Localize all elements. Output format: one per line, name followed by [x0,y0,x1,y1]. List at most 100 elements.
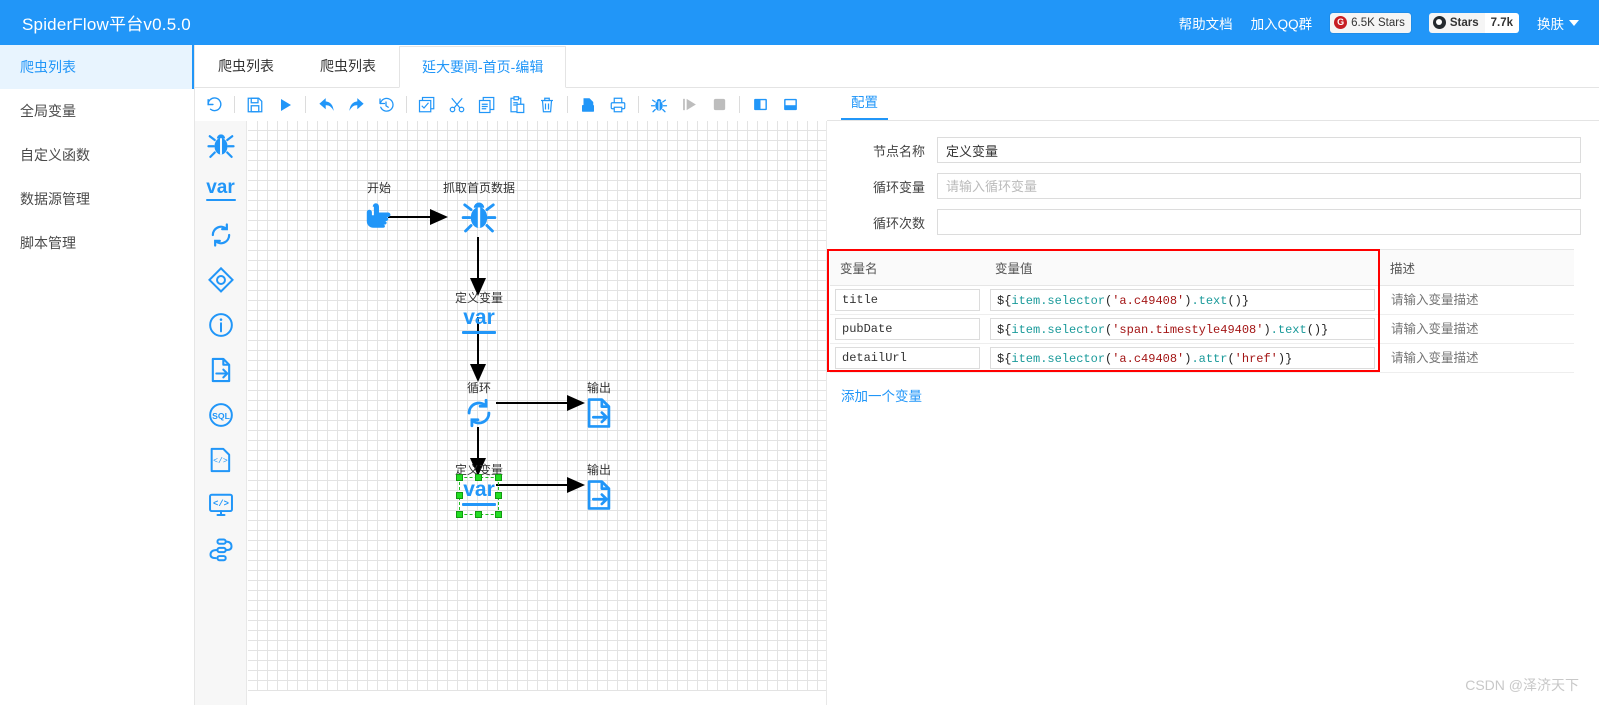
gitee-stars-label: 6.5K Stars [1351,16,1405,29]
flow-node-variable-2[interactable]: 定义变量 var [453,461,505,518]
flow-node-output-1[interactable]: 输出 [573,379,625,431]
toggle-bottom-panel-icon[interactable] [775,91,805,119]
variable-desc-input[interactable] [1385,347,1569,369]
variable-name-input[interactable] [835,289,980,311]
redo-icon[interactable] [341,91,371,119]
tab-bar: 爬虫列表 爬虫列表 延大要闻-首页-编辑 [195,45,1599,88]
help-doc-link[interactable]: 帮助文档 [1179,13,1233,33]
add-variable-link[interactable]: 添加一个变量 [841,385,922,405]
join-qq-link[interactable]: 加入QQ群 [1251,13,1313,33]
github-icon [1432,16,1446,29]
table-row: ${item.selector('span.timestyle49408').t… [830,314,1574,344]
tab-editor-active[interactable]: 延大要闻-首页-编辑 [399,46,567,88]
app-root: SpiderFlow平台v0.5.0 帮助文档 加入QQ群 G 6.5K Sta… [0,0,1599,705]
config-form: 节点名称 循环变量 循环次数 [827,121,1599,235]
palette-loop[interactable] [199,217,243,252]
sidebar-item-crawler-list[interactable]: 爬虫列表 [0,45,194,89]
resize-handle-nw[interactable] [456,474,463,481]
flow-grid[interactable]: 开始 抓取首页数据 定义变量 var 循环 输出 定义变量 var 输出 [248,121,826,691]
undo-icon[interactable] [311,91,341,119]
flow-node-start[interactable]: 开始 [353,179,405,233]
tab-label: 爬虫列表 [218,58,274,74]
palette-flow[interactable] [199,532,243,567]
flow-node-label: 输出 [586,463,612,477]
variable-value-editor[interactable]: ${item.selector('a.c49408').text()} [990,289,1375,311]
sidebar-item-label: 数据源管理 [20,191,90,207]
variable-name-input[interactable] [835,347,980,369]
tab-crawler-list-1[interactable]: 爬虫列表 [195,45,297,87]
palette-sql[interactable]: SQL [199,397,243,432]
gitee-stars-badge[interactable]: G 6.5K Stars [1330,12,1411,33]
field-label: 节点名称 [872,143,925,159]
palette-info[interactable] [199,307,243,342]
resize-handle-e[interactable] [495,492,502,499]
cell-varvalue: ${item.selector('span.timestyle49408').t… [985,314,1380,344]
github-stars-badge[interactable]: Stars 7.7k [1428,12,1519,33]
palette-code-screen[interactable]: </> [199,487,243,522]
flow-node-variable-1[interactable]: 定义变量 var [453,289,505,341]
variable-value-editor[interactable]: ${item.selector('a.c49408').attr('href')… [990,347,1375,369]
debug-icon[interactable] [644,91,674,119]
config-panel-tabbar: 配置 [827,88,1599,121]
variable-value-editor[interactable]: ${item.selector('span.timestyle49408').t… [990,318,1375,340]
column-header-varvalue: 变量值 [985,249,1380,286]
paste-icon[interactable] [502,91,532,119]
column-header-varname: 变量名 [830,249,985,286]
print-icon[interactable] [603,91,633,119]
svg-text:XML: XML [583,106,593,111]
resize-handle-ne[interactable] [495,474,502,481]
var-icon: var [463,306,495,329]
toolbar-separator [406,96,407,113]
resize-handle-s[interactable] [475,511,482,518]
cell-desc [1380,343,1574,373]
sidebar-item-global-variables[interactable]: 全局变量 [0,89,194,133]
flow-node-output-2[interactable]: 输出 [573,461,625,513]
copy-icon[interactable] [472,91,502,119]
resize-handle-se[interactable] [495,511,502,518]
sidebar-item-custom-functions[interactable]: 自定义函数 [0,133,194,177]
variable-name-input[interactable] [835,318,980,340]
sidebar-item-scripts[interactable]: 脚本管理 [0,221,194,265]
palette-output[interactable] [199,352,243,387]
var-underline [462,331,496,334]
stop-icon[interactable] [704,91,734,119]
export-xml-icon[interactable]: XML [573,91,603,119]
loop-count-input[interactable] [937,209,1581,235]
toolbar-separator [567,96,568,113]
step-run-icon[interactable] [674,91,704,119]
chevron-down-icon [1569,19,1579,26]
tab-crawler-list-2[interactable]: 爬虫列表 [297,45,399,87]
palette-crawler[interactable] [199,127,243,162]
toolbar-separator [638,96,639,113]
tab-config[interactable]: 配置 [841,91,888,120]
cell-desc [1380,314,1574,344]
save-icon[interactable] [240,91,270,119]
loop-variable-input[interactable] [937,173,1581,199]
sidebar: 爬虫列表 全局变量 自定义函数 数据源管理 脚本管理 [0,45,195,705]
resize-handle-n[interactable] [475,474,482,481]
skin-switcher[interactable]: 换肤 [1537,13,1579,33]
table-row: ${item.selector('a.c49408').text()} [830,285,1574,315]
app-header: SpiderFlow平台v0.5.0 帮助文档 加入QQ群 G 6.5K Sta… [0,0,1599,45]
node-name-input[interactable] [937,137,1581,163]
select-all-icon[interactable] [412,91,442,119]
cell-varname [830,314,985,344]
history-icon[interactable] [371,91,401,119]
resize-handle-sw[interactable] [456,511,463,518]
cut-icon[interactable] [442,91,472,119]
palette-execute[interactable] [199,262,243,297]
palette-code-file[interactable]: </> [199,442,243,477]
resize-handle-w[interactable] [456,492,463,499]
output-file-icon [587,480,611,510]
csdn-watermark: CSDN @泽济天下 [1465,677,1579,693]
flow-node-loop[interactable]: 循环 [453,379,505,431]
toggle-left-panel-icon[interactable] [745,91,775,119]
sidebar-item-datasource[interactable]: 数据源管理 [0,177,194,221]
flow-node-crawler[interactable]: 抓取首页数据 [443,179,515,237]
undo-arrow-icon[interactable] [199,91,229,119]
variable-desc-input[interactable] [1385,289,1569,311]
variable-desc-input[interactable] [1385,318,1569,340]
delete-icon[interactable] [532,91,562,119]
palette-variable[interactable]: var [199,172,243,207]
run-icon[interactable] [270,91,300,119]
